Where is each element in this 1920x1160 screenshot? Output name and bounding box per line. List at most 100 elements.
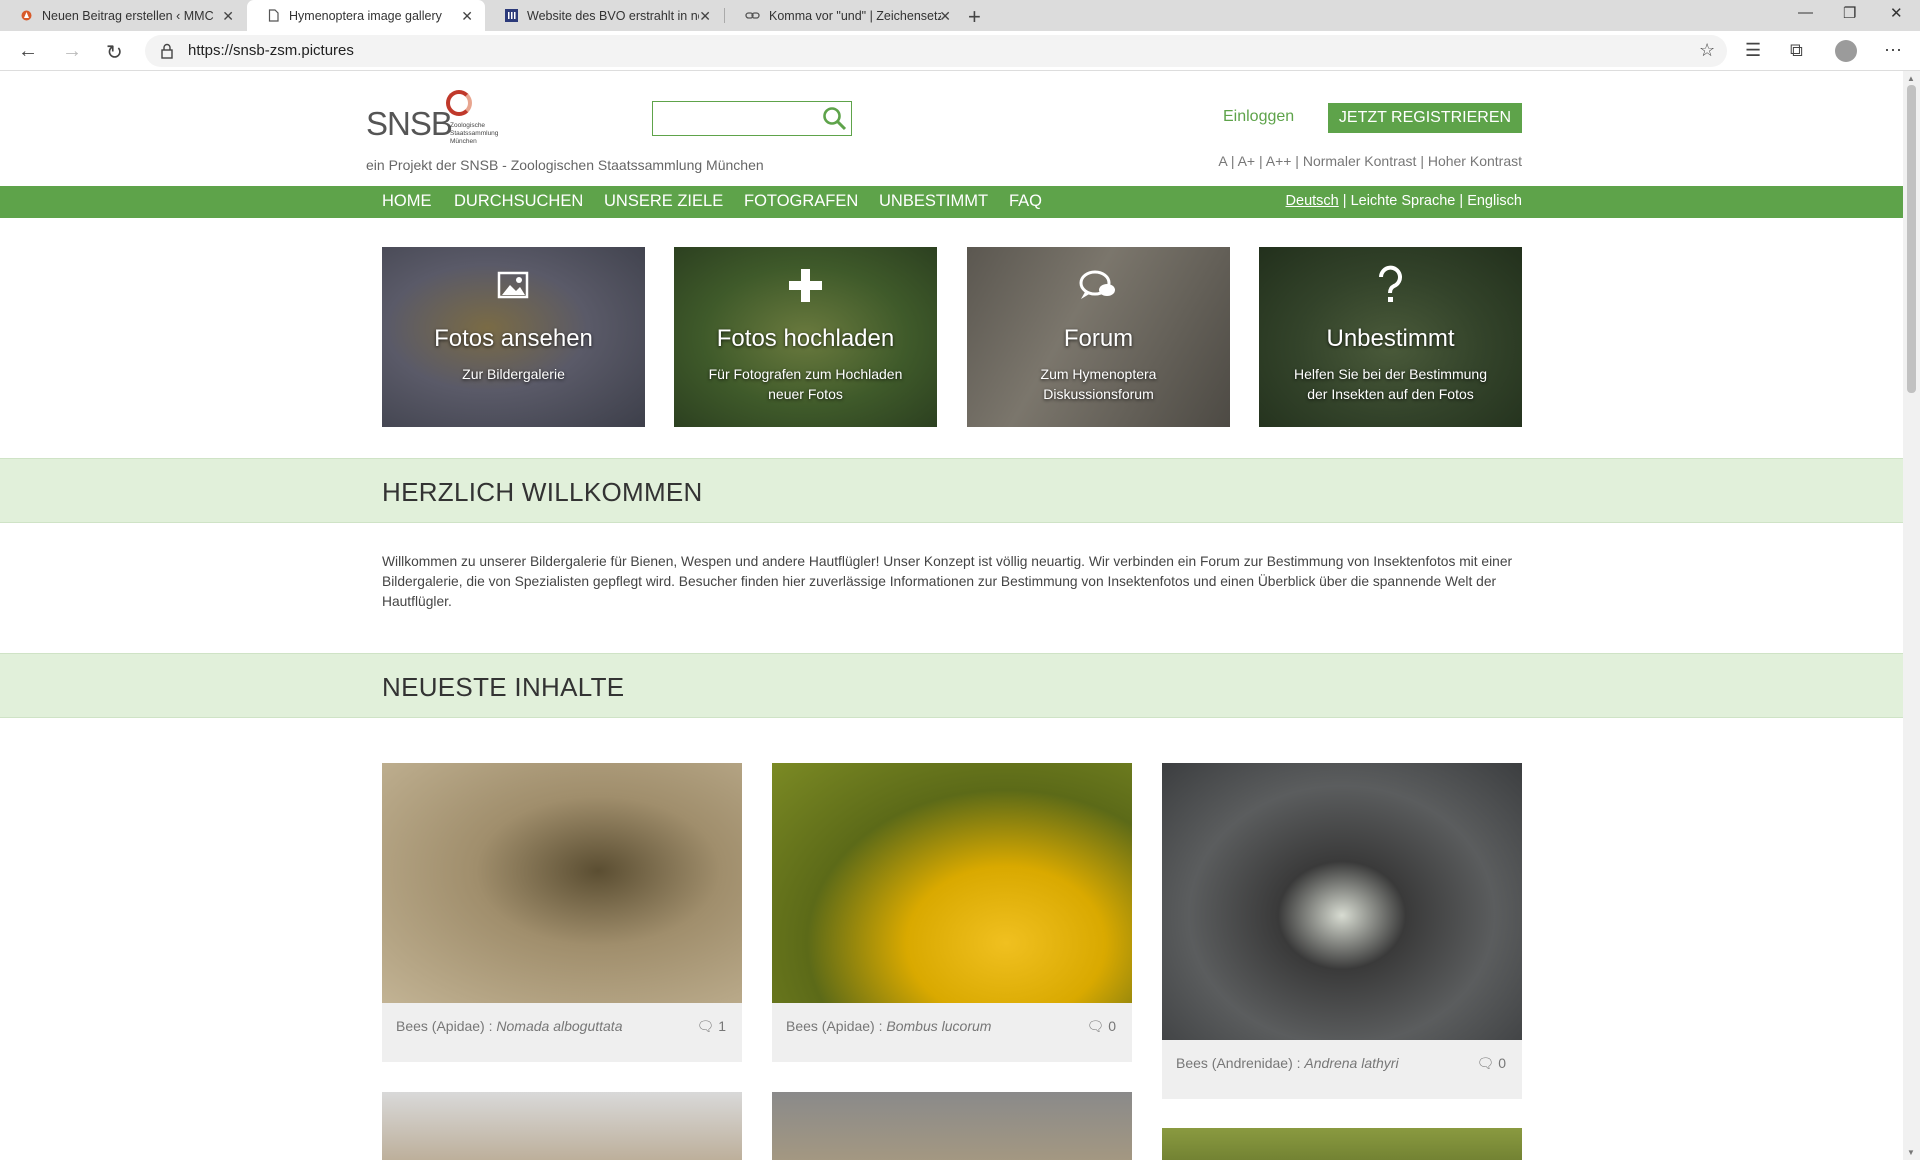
accessibility-options[interactable]: A | A+ | A++ | Normaler Kontrast | Hoher… [1218, 153, 1522, 169]
welcome-heading: HERZLICH WILLKOMMEN [382, 477, 703, 507]
comment-icon: 🗨 [1086, 1018, 1105, 1034]
card-family: Bees (Andrenidae) : [1176, 1055, 1305, 1071]
welcome-band: HERZLICH WILLKOMMEN [0, 458, 1903, 523]
comment-icon: 🗨 [696, 1018, 715, 1034]
favorites-icon[interactable]: ☰ [1745, 40, 1761, 61]
tile-unbestimmt[interactable]: Unbestimmt Helfen Sie bei der Bestimmung… [1259, 247, 1522, 427]
lang-others[interactable]: | Leichte Sprache | Englisch [1339, 193, 1522, 209]
register-button[interactable]: JETZT REGISTRIEREN [1328, 103, 1522, 133]
bvo-favicon-icon [505, 9, 518, 22]
logo-ring [446, 90, 472, 116]
tab-title: Komma vor "und" | Zeichensetzu [769, 8, 941, 23]
lock-icon[interactable] [158, 42, 176, 60]
scroll-up-icon[interactable]: ▲ [1907, 74, 1915, 83]
back-icon[interactable]: ← [18, 40, 38, 63]
tile-subtitle: Zur Bildergalerie [462, 366, 565, 382]
tile-fotos-hochladen[interactable]: Fotos hochladen Für Fotografen zum Hochl… [674, 247, 937, 427]
page-icon [268, 9, 279, 22]
tile-subtitle: Für Fotografen zum Hochladen neuer Fotos [708, 366, 903, 402]
nav-home[interactable]: HOME [382, 192, 432, 211]
forward-icon[interactable]: → [62, 40, 82, 63]
more-icon[interactable]: ⋯ [1884, 40, 1902, 61]
scroll-down-icon[interactable]: ▼ [1907, 1148, 1915, 1157]
nav-fotografen[interactable]: FOTOGRAFEN [744, 192, 858, 211]
card-caption[interactable]: Bees (Andrenidae) : Andrena lathyri [1176, 1055, 1399, 1071]
content-card-partial[interactable] [1162, 1128, 1522, 1160]
tab-bvo[interactable]: Website des BVO erstrahlt in ne ✕ [485, 0, 723, 31]
card-caption[interactable]: Bees (Apidae) : Nomada alboguttata [396, 1018, 622, 1034]
close-icon[interactable]: ✕ [939, 8, 951, 25]
page-scrollbar[interactable]: ▲ ▼ [1903, 71, 1920, 1160]
link-icon [745, 12, 760, 19]
language-switch[interactable]: Deutsch | Leichte Sprache | Englisch [1286, 193, 1522, 209]
new-tab-icon[interactable]: + [968, 4, 981, 30]
profile-avatar[interactable] [1835, 40, 1857, 62]
card-family: Bees (Apidae) : [396, 1018, 497, 1034]
tab-bar: Neuen Beitrag erstellen ‹ MMC A ✕ Hymeno… [0, 0, 1920, 31]
nav-unbestimmt[interactable]: UNBESTIMMT [879, 192, 988, 211]
content-card[interactable]: Bees (Andrenidae) : Andrena lathyri 🗨 0 [1162, 763, 1522, 1099]
address-bar: ← → ↻ https://snsb-zsm.pictures ☆ ☰ ⧉ ⋯ [0, 31, 1920, 71]
tab-title: Hymenoptera image gallery [289, 8, 442, 23]
main-nav: HOME DURCHSUCHEN UNSERE ZIELE FOTOGRAFEN… [0, 186, 1903, 218]
comment-number: 0 [1108, 1018, 1116, 1034]
card-photo[interactable] [382, 763, 742, 1003]
tab-hymenoptera[interactable]: Hymenoptera image gallery ✕ [247, 0, 485, 31]
collections-icon[interactable]: ⧉ [1790, 40, 1803, 61]
logo-subtitle: Zoologische Staatssammlung München [450, 122, 499, 145]
login-link[interactable]: Einloggen [1223, 108, 1294, 126]
nav-durchsuchen[interactable]: DURCHSUCHEN [454, 192, 583, 211]
tile-subtitle: Helfen Sie bei der Bestimmung der Insekt… [1294, 366, 1487, 402]
comment-number: 1 [718, 1018, 726, 1034]
nav-unsere-ziele[interactable]: UNSERE ZIELE [604, 192, 723, 211]
scrollbar-thumb[interactable] [1907, 85, 1916, 393]
latest-band: NEUESTE INHALTE [0, 653, 1903, 718]
comment-count: 🗨 1 [697, 1018, 726, 1035]
search-icon[interactable] [820, 104, 849, 133]
card-photo[interactable] [772, 763, 1132, 1003]
question-icon [1379, 265, 1402, 302]
lang-current[interactable]: Deutsch [1286, 193, 1339, 209]
card-caption[interactable]: Bees (Apidae) : Bombus lucorum [786, 1018, 991, 1034]
page: SNSB Zoologische Staatssammlung München … [0, 71, 1903, 1160]
close-icon[interactable]: ✕ [461, 8, 473, 25]
plus-icon [789, 269, 822, 302]
tile-fotos-ansehen[interactable]: Fotos ansehen Zur Bildergalerie [382, 247, 645, 427]
tile-title: Forum [1063, 325, 1134, 352]
nav-faq[interactable]: FAQ [1009, 192, 1042, 211]
url-text[interactable]: https://snsb-zsm.pictures [188, 42, 354, 59]
tile-subtitle: Zum Hymenoptera Diskussionsforum [1040, 366, 1157, 402]
tab-mmc[interactable]: Neuen Beitrag erstellen ‹ MMC A ✕ [0, 0, 246, 31]
search-input[interactable] [652, 101, 852, 136]
chat-icon [1079, 270, 1115, 299]
tab-komma[interactable]: Komma vor "und" | Zeichensetzu ✕ [725, 0, 963, 31]
url-field[interactable] [145, 35, 1727, 67]
content-card-partial[interactable] [772, 1092, 1132, 1160]
minimize-icon[interactable]: — [1798, 4, 1813, 21]
tab-title: Website des BVO erstrahlt in ne [527, 8, 699, 23]
reload-icon[interactable]: ↻ [106, 40, 123, 65]
comment-count: 🗨 0 [1087, 1018, 1116, 1035]
close-icon[interactable]: ✕ [222, 8, 234, 25]
card-species: Andrena lathyri [1304, 1055, 1399, 1071]
tagline: ein Projekt der SNSB - Zoologischen Staa… [366, 157, 764, 173]
welcome-text: Willkommen zu unserer Bildergalerie für … [382, 554, 1513, 609]
content-card[interactable]: Bees (Apidae) : Bombus lucorum 🗨 0 [772, 763, 1132, 1062]
snsb-logo[interactable]: SNSB Zoologische Staatssammlung München [366, 89, 516, 149]
logo-text: SNSB [366, 105, 453, 142]
comment-count: 🗨 0 [1477, 1055, 1506, 1072]
latest-heading: NEUESTE INHALTE [382, 672, 625, 702]
card-photo[interactable] [1162, 763, 1522, 1040]
restore-icon[interactable]: ❐ [1843, 4, 1856, 22]
favorite-star-icon[interactable]: ☆ [1699, 40, 1715, 61]
content-card[interactable]: Bees (Apidae) : Nomada alboguttata 🗨 1 [382, 763, 742, 1062]
close-icon[interactable]: ✕ [699, 8, 711, 25]
content-card-partial[interactable] [382, 1092, 742, 1160]
tile-forum[interactable]: Forum Zum Hymenoptera Diskussionsforum [967, 247, 1230, 427]
tab-title: Neuen Beitrag erstellen ‹ MMC A [42, 8, 214, 23]
window-close-icon[interactable]: ✕ [1890, 4, 1903, 22]
site-favicon-icon [21, 10, 32, 21]
tile-title: Fotos hochladen [716, 325, 895, 352]
tile-title: Unbestimmt [1326, 325, 1455, 352]
card-family: Bees (Apidae) : [786, 1018, 887, 1034]
